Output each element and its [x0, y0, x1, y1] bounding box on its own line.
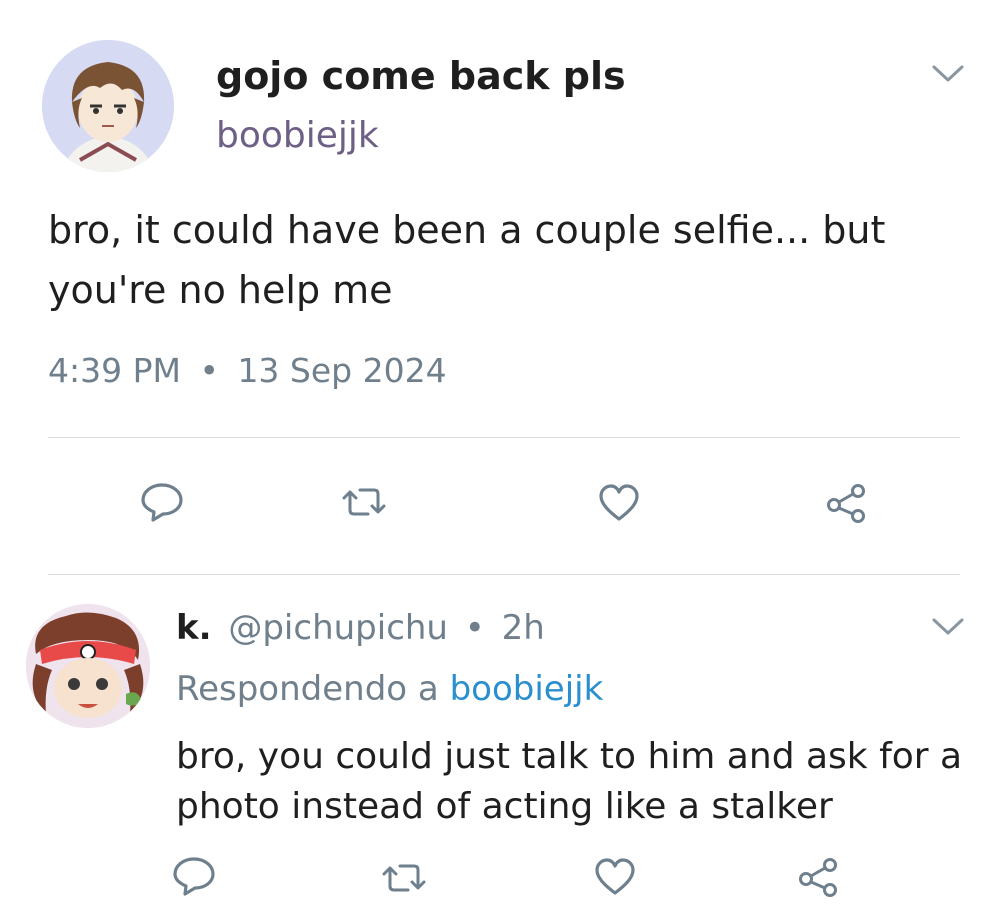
tweet-text-line-2: you're no help me — [48, 268, 393, 312]
replying-prefix: Respondendo a — [176, 669, 439, 709]
like-action[interactable] — [594, 480, 644, 526]
chevron-down-icon[interactable] — [928, 58, 968, 90]
reply-action[interactable] — [168, 852, 220, 900]
tweet-handle[interactable]: boobiejjk — [216, 114, 379, 158]
tweet-display-name[interactable]: gojo come back pls — [216, 54, 626, 98]
separator-dot: • — [464, 608, 485, 648]
reply-handle[interactable]: @pichupichu — [228, 608, 448, 648]
divider-top — [48, 437, 960, 438]
share-action[interactable] — [794, 854, 844, 900]
tweet-time: 4:39 PM — [48, 351, 181, 390]
reply-avatar[interactable] — [26, 604, 150, 728]
tweet-date: 13 Sep 2024 — [237, 351, 447, 390]
divider-bottom — [48, 574, 960, 575]
reply-text-line-2: photo instead of acting like a stalker — [176, 786, 833, 827]
reply-action[interactable] — [136, 478, 188, 526]
reply-age: 2h — [501, 608, 545, 648]
separator-dot: • — [199, 351, 219, 390]
like-action[interactable] — [590, 854, 640, 900]
tweet-text-line-1: bro, it could have been a couple selfie.… — [48, 208, 886, 252]
share-icon — [827, 484, 865, 523]
speech-bubble-icon — [141, 483, 183, 522]
retweet-icon — [382, 864, 426, 892]
anime-boy-avatar-image — [42, 40, 174, 172]
replying-to: Respondendo a boobiejjk — [176, 666, 603, 712]
speech-bubble-icon — [173, 857, 215, 896]
heart-icon — [595, 858, 635, 895]
anime-trainer-avatar-image — [26, 604, 150, 728]
retweet-action[interactable] — [336, 480, 392, 524]
reply-header: k. @pichupichu • 2h — [176, 606, 545, 650]
retweet-icon — [342, 488, 386, 516]
replying-to-link[interactable]: boobiejjk — [450, 669, 604, 709]
tweet-timestamp: 4:39 PM • 13 Sep 2024 — [48, 350, 447, 392]
heart-icon — [599, 484, 639, 521]
reply-text-line-1: bro, you could just talk to him and ask … — [176, 736, 963, 777]
share-icon — [799, 858, 837, 897]
author-avatar[interactable] — [42, 40, 174, 172]
retweet-action[interactable] — [376, 856, 432, 900]
share-action[interactable] — [822, 480, 872, 526]
chevron-down-icon[interactable] — [928, 612, 968, 642]
reply-display-name[interactable]: k. — [176, 608, 212, 648]
